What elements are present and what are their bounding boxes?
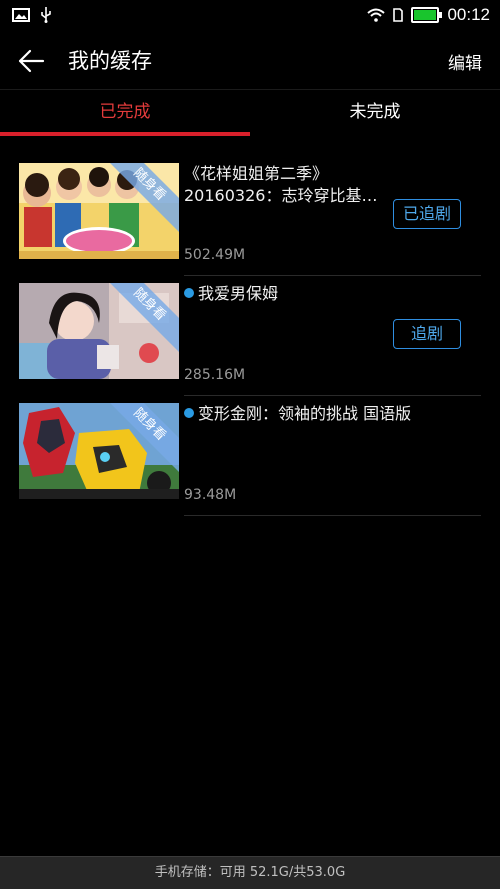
tab-incomplete[interactable]: 未完成 xyxy=(250,90,500,136)
tab-completed[interactable]: 已完成 xyxy=(0,90,250,136)
item-size: 502.49M xyxy=(184,247,246,263)
new-indicator-dot xyxy=(184,288,194,298)
image-notification-icon xyxy=(12,8,30,22)
item-info: 我爱男保姆 285.16M 追剧 xyxy=(184,283,481,396)
list-item[interactable]: 随身看 变形金刚：领袖的挑战 国语版 93.48M xyxy=(0,395,500,516)
item-title-line1: 《花样姐姐第二季》 xyxy=(184,164,329,183)
app-header: 我的缓存 编辑 xyxy=(0,32,500,88)
list-item[interactable]: 随身看 《花样姐姐第二季》 20160326：志玲穿比基… 502.49M 已追… xyxy=(0,155,500,276)
item-title-line1: 变形金刚：领袖的挑战 国语版 xyxy=(184,403,481,425)
download-list: 随身看 《花样姐姐第二季》 20160326：志玲穿比基… 502.49M 已追… xyxy=(0,155,500,516)
video-thumbnail: 随身看 xyxy=(19,163,179,259)
item-info: 《花样姐姐第二季》 20160326：志玲穿比基… 502.49M 已追剧 xyxy=(184,163,481,276)
video-thumbnail: 随身看 xyxy=(19,403,179,499)
item-title-line2: 20160326：志玲穿比基… xyxy=(184,186,378,205)
new-indicator-dot xyxy=(184,408,194,418)
wifi-icon xyxy=(367,8,386,22)
usb-icon xyxy=(41,7,51,23)
item-size: 93.48M xyxy=(184,487,237,503)
status-time: 00:12 xyxy=(447,5,490,24)
tab-bar: 已完成 未完成 xyxy=(0,89,500,136)
list-item[interactable]: 随身看 我爱男保姆 285.16M 追剧 xyxy=(0,275,500,396)
page-title: 我的缓存 xyxy=(68,49,152,73)
followed-button[interactable]: 已追剧 xyxy=(393,199,461,229)
status-bar: 00:12 xyxy=(0,0,500,32)
active-tab-indicator xyxy=(0,132,250,136)
follow-button[interactable]: 追剧 xyxy=(393,319,461,349)
item-info: 变形金刚：领袖的挑战 国语版 93.48M xyxy=(184,403,481,516)
item-size: 285.16M xyxy=(184,367,246,383)
back-arrow-icon[interactable] xyxy=(16,46,46,76)
edit-button[interactable]: 编辑 xyxy=(448,49,482,74)
sim-icon xyxy=(393,8,404,22)
storage-info: 手机存储：可用 52.1G/共53.0G xyxy=(0,856,500,889)
item-title-line1: 我爱男保姆 xyxy=(184,283,384,305)
battery-icon xyxy=(411,7,443,23)
video-thumbnail: 随身看 xyxy=(19,283,179,379)
